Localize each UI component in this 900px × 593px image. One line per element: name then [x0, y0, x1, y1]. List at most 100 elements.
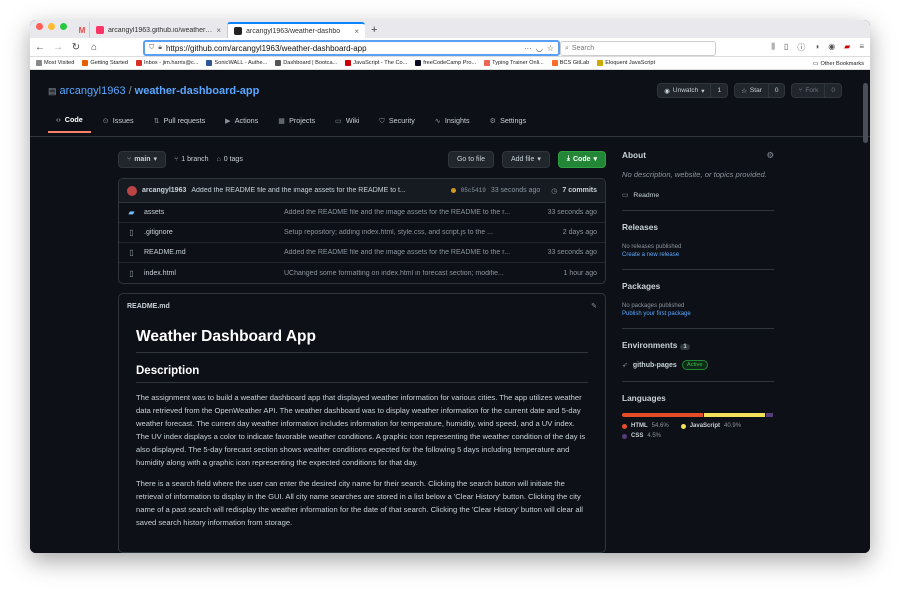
- file-commit-message[interactable]: Setup repository; adding index.html, sty…: [284, 229, 527, 236]
- book-icon: ▭: [622, 192, 629, 199]
- bookmark-item[interactable]: Most Visited: [36, 60, 74, 66]
- sidebar-icon[interactable]: ▯: [784, 42, 788, 53]
- container-icon[interactable]: ◑: [814, 42, 819, 53]
- scrollbar[interactable]: [863, 83, 868, 143]
- repo-name-link[interactable]: weather-dashboard-app: [135, 85, 260, 97]
- table-row[interactable]: ▯ index.html UChanged some formatting on i…: [119, 263, 605, 283]
- watch-count[interactable]: 1: [710, 84, 727, 97]
- table-row[interactable]: ▯ README.md Added the README file and the …: [119, 243, 605, 263]
- file-commit-message[interactable]: Added the README file and the image asse…: [284, 249, 527, 256]
- bookmark-item[interactable]: Dashboard | Bootca...: [275, 60, 337, 66]
- other-bookmarks[interactable]: ▭ Other Bookmarks: [813, 60, 864, 68]
- branches-link[interactable]: ⑂ 1 branch: [174, 156, 208, 163]
- star-count[interactable]: 0: [767, 84, 785, 97]
- tab-actions[interactable]: ▶ Actions: [217, 115, 266, 133]
- tab-wiki[interactable]: ▭ Wiki: [327, 115, 367, 133]
- star-button[interactable]: ☆ Star 0: [734, 83, 786, 98]
- menu-icon[interactable]: ≡: [859, 42, 864, 53]
- url-bar[interactable]: ⛉ 🔒︎ https://github.com/arcangyl1963/wea…: [143, 40, 560, 56]
- tags-link[interactable]: ⌂ 0 tags: [217, 156, 243, 163]
- create-release-link[interactable]: Create a new release: [622, 252, 774, 258]
- maximize-window-button[interactable]: [60, 23, 67, 30]
- minimize-window-button[interactable]: [48, 23, 55, 30]
- branch-name: main: [134, 155, 151, 163]
- environments-heading[interactable]: Environments: [622, 340, 677, 350]
- bookmark-item[interactable]: Inbox - jim.harris@c...: [136, 60, 198, 66]
- pencil-icon[interactable]: ✎: [591, 302, 597, 310]
- tab-settings[interactable]: ⚙ Settings: [482, 115, 534, 133]
- file-name[interactable]: index.html: [144, 270, 276, 277]
- status-dot-icon[interactable]: [450, 188, 456, 193]
- file-commit-message[interactable]: Added the README file and the image asse…: [284, 209, 527, 216]
- table-row[interactable]: ▰ assets Added the README file and the ima…: [119, 203, 605, 223]
- tab-code[interactable]: ‹› Code: [48, 115, 91, 133]
- file-time: 33 seconds ago: [547, 249, 597, 256]
- info-icon[interactable]: ⓘ: [797, 42, 805, 53]
- close-tab-icon[interactable]: ×: [354, 27, 359, 36]
- bookmark-icon: [484, 60, 491, 66]
- file-name[interactable]: .gitignore: [144, 229, 276, 236]
- add-file-button[interactable]: Add file ▾: [502, 150, 550, 168]
- tab-insights[interactable]: ∿ Insights: [427, 115, 478, 133]
- fork-button[interactable]: ⑂ Fork 0: [791, 83, 842, 98]
- file-name[interactable]: README.md: [144, 249, 276, 256]
- table-row[interactable]: ▯ .gitignore Setup repository; adding inde…: [119, 223, 605, 243]
- go-to-file-button[interactable]: Go to file: [447, 150, 494, 168]
- close-tab-icon[interactable]: ×: [216, 26, 221, 35]
- bookmark-item[interactable]: BCS GitLab: [551, 60, 589, 66]
- bookmark-item[interactable]: Getting Started: [82, 60, 128, 66]
- tab-projects[interactable]: ▦ Projects: [270, 115, 323, 133]
- repo-owner-link[interactable]: arcangyl1963: [60, 85, 126, 97]
- bookmark-item[interactable]: Typing Trainer Onli...: [484, 60, 544, 66]
- search-input[interactable]: ⌕ Search: [560, 41, 716, 56]
- code-button[interactable]: ⤓ Code ▾: [557, 150, 606, 168]
- bookmark-item[interactable]: Eloquent JavaScript: [597, 60, 655, 66]
- gear-icon[interactable]: ⚙: [767, 150, 774, 160]
- tab-pull-requests[interactable]: ⇅ Pull requests: [146, 115, 214, 133]
- packages-heading[interactable]: Packages: [622, 281, 660, 291]
- language-item[interactable]: CSS 4.5%: [622, 433, 661, 439]
- branch-select[interactable]: ⑂ main ▾: [118, 150, 167, 168]
- back-icon[interactable]: ←: [34, 42, 46, 53]
- commit-hash[interactable]: 05c5419: [461, 187, 486, 194]
- languages-section: Languages HTML 54.6% JavaScript 40.9% CSS 4.5…: [622, 393, 774, 439]
- browser-tab[interactable]: arcangyl1963/weather-dashbo ×: [227, 22, 365, 38]
- language-item[interactable]: HTML 54.6%: [622, 423, 669, 429]
- commit-author[interactable]: arcangyl1963: [142, 187, 186, 194]
- file-commit-message[interactable]: UChanged some formatting on index.html i…: [284, 270, 527, 277]
- bookmark-item[interactable]: JavaScript - The Co...: [345, 60, 407, 66]
- repo-actions: ◉ Unwatch ▾ 1 ☆ Star 0 ⑂ Fork 0: [657, 83, 842, 98]
- fork-count[interactable]: 0: [824, 84, 841, 97]
- reload-icon[interactable]: ↻: [70, 42, 82, 53]
- pocket-icon[interactable]: ◡: [536, 44, 543, 53]
- commit-message[interactable]: Added the README file and the image asse…: [191, 187, 445, 194]
- bookmark-star-icon[interactable]: ☆: [547, 44, 554, 53]
- tab-favicon-icon: [96, 26, 104, 34]
- bookmark-item[interactable]: freeCodeCamp Pro...: [415, 60, 476, 66]
- forward-icon[interactable]: →: [52, 42, 64, 53]
- library-icon[interactable]: ⫼: [771, 42, 775, 53]
- file-name[interactable]: assets: [144, 209, 276, 216]
- publish-package-link[interactable]: Publish your first package: [622, 311, 774, 317]
- language-item[interactable]: JavaScript 40.9%: [680, 423, 741, 429]
- commit-count[interactable]: 7 commits: [562, 187, 597, 194]
- home-icon[interactable]: ⌂: [88, 42, 100, 53]
- releases-heading[interactable]: Releases: [622, 222, 658, 232]
- unwatch-button[interactable]: ◉ Unwatch ▾ 1: [657, 83, 729, 98]
- readme-link[interactable]: ▭ Readme: [622, 191, 774, 200]
- tab-security[interactable]: ⛉ Security: [371, 115, 422, 133]
- actions-icon: ▶: [225, 116, 231, 125]
- pdf-extension-icon[interactable]: ▰: [844, 42, 850, 53]
- bookmark-item[interactable]: SonicWALL - Authe...: [206, 60, 267, 66]
- pinned-tab[interactable]: M: [75, 22, 89, 38]
- new-tab-button[interactable]: +: [365, 24, 383, 38]
- bookmark-icon: [275, 60, 282, 66]
- environment-item[interactable]: ➶ github-pages Active: [622, 360, 774, 370]
- more-icon[interactable]: ···: [524, 44, 532, 53]
- close-window-button[interactable]: [36, 23, 43, 30]
- account-icon[interactable]: ◉: [828, 42, 835, 53]
- avatar[interactable]: [127, 185, 137, 196]
- tab-issues[interactable]: ⊙ Issues: [95, 115, 142, 133]
- star-icon: ☆: [741, 87, 747, 95]
- browser-tab[interactable]: arcangyl1963.github.io/weather-da ×: [89, 22, 227, 38]
